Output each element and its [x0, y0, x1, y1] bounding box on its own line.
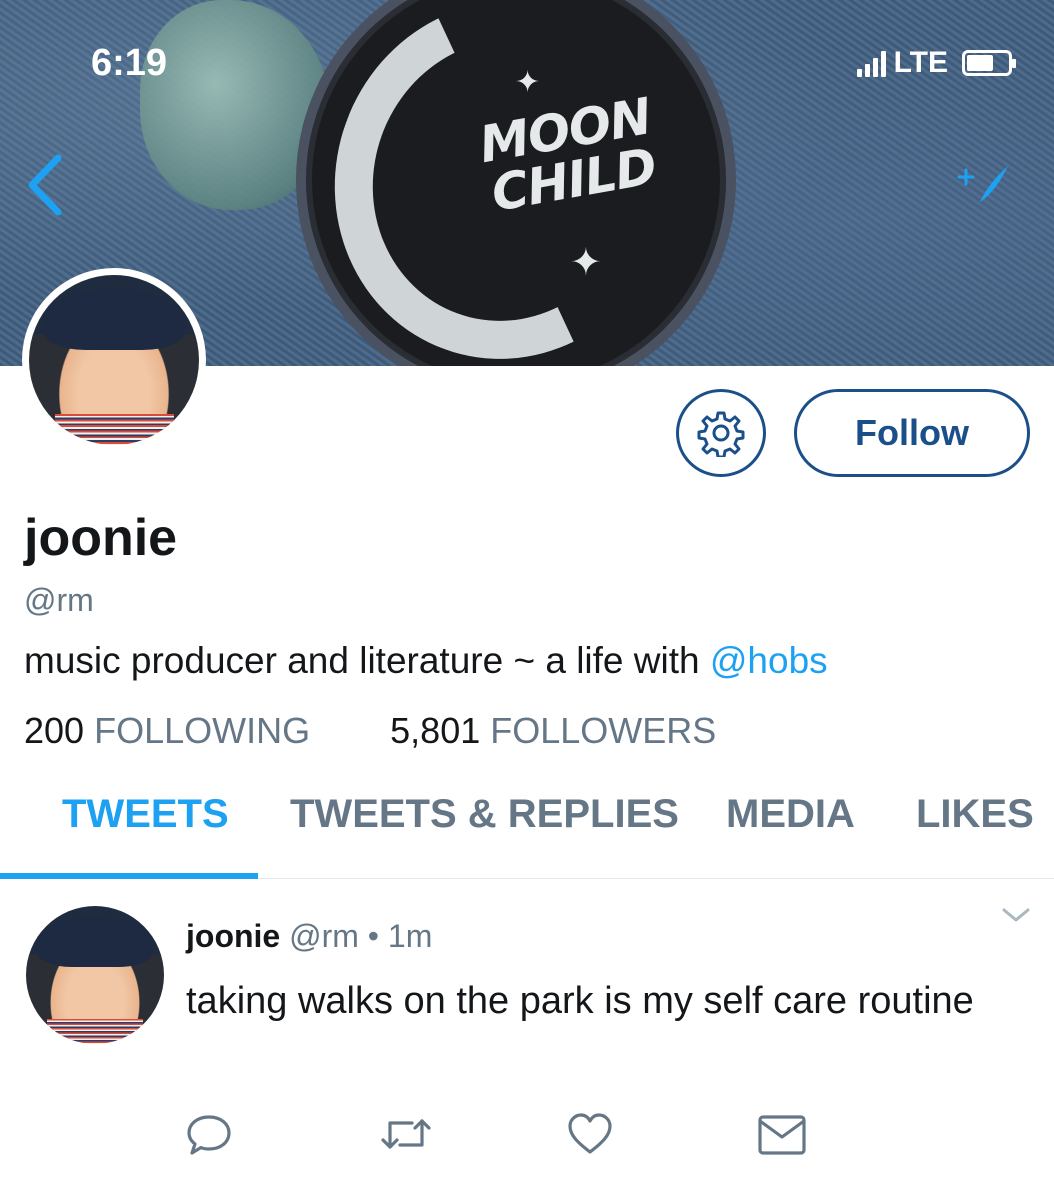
- status-indicators: LTE: [856, 46, 1016, 80]
- retweet-button[interactable]: [378, 1106, 434, 1162]
- status-time: 6:19: [91, 42, 168, 84]
- like-button[interactable]: [562, 1106, 618, 1162]
- tweet-avatar[interactable]: [26, 906, 164, 1044]
- tweet-text: taking walks on the park is my self care…: [186, 980, 974, 1022]
- profile-stats: 200 FOLLOWING 5,801 FOLLOWERS: [24, 710, 716, 752]
- battery-icon: [962, 50, 1016, 76]
- retweet-icon: [381, 1119, 431, 1149]
- back-button[interactable]: [22, 150, 72, 220]
- reply-button[interactable]: [181, 1106, 237, 1162]
- reply-icon: [187, 1115, 231, 1155]
- profile-avatar[interactable]: [22, 268, 206, 452]
- profile-handle: @rm: [24, 582, 94, 618]
- tweet-author-handle[interactable]: @rm: [289, 918, 359, 954]
- bio-text: music producer and literature ~ a life w…: [24, 640, 710, 681]
- following-stat[interactable]: 200 FOLLOWING: [24, 710, 320, 751]
- banner-star-icon: ✦: [570, 242, 602, 284]
- tweet-actions: [0, 1106, 1054, 1162]
- following-label: FOLLOWING: [94, 710, 311, 751]
- compose-button[interactable]: [956, 160, 1012, 210]
- following-count: 200: [24, 710, 85, 751]
- settings-button[interactable]: [676, 389, 766, 477]
- tweet-header: joonie @rm • 1m: [186, 918, 432, 955]
- bio-mention-link[interactable]: @hobs: [710, 640, 828, 681]
- signal-icon: [856, 49, 886, 77]
- profile-display-name: joonie: [24, 509, 178, 567]
- followers-stat[interactable]: 5,801 FOLLOWERS: [390, 710, 716, 751]
- banner-star-icon: ✦: [515, 66, 541, 99]
- chevron-down-icon: [1002, 908, 1030, 922]
- tweet-author-name[interactable]: joonie: [186, 918, 280, 954]
- followers-count: 5,801: [390, 710, 481, 751]
- follow-button[interactable]: Follow: [794, 389, 1030, 477]
- network-type: LTE: [893, 46, 948, 79]
- compose-feather-icon: [957, 166, 1008, 206]
- tweet-timestamp: 1m: [387, 918, 433, 954]
- gear-icon: [697, 411, 745, 457]
- tweet-menu-button[interactable]: [996, 900, 1036, 930]
- chevron-left-icon: [28, 154, 62, 216]
- tweet-avatar-photo: [26, 906, 164, 1044]
- tab-tweets[interactable]: TWEETS: [62, 792, 229, 837]
- followers-label: FOLLOWERS: [490, 710, 717, 751]
- active-tab-indicator: [0, 873, 258, 879]
- tweet-separator: •: [367, 918, 379, 954]
- tab-likes[interactable]: LIKES: [916, 792, 1034, 837]
- like-icon: [568, 1113, 612, 1154]
- tab-media[interactable]: MEDIA: [726, 792, 855, 837]
- profile-bio: music producer and literature ~ a life w…: [24, 640, 828, 682]
- profile-tabs: TWEETS TWEETS & REPLIES MEDIA LIKES: [0, 792, 1054, 882]
- avatar-photo: [29, 275, 199, 445]
- direct-message-button[interactable]: [754, 1106, 810, 1162]
- dm-icon: [758, 1115, 806, 1155]
- tab-tweets-replies[interactable]: TWEETS & REPLIES: [290, 792, 679, 837]
